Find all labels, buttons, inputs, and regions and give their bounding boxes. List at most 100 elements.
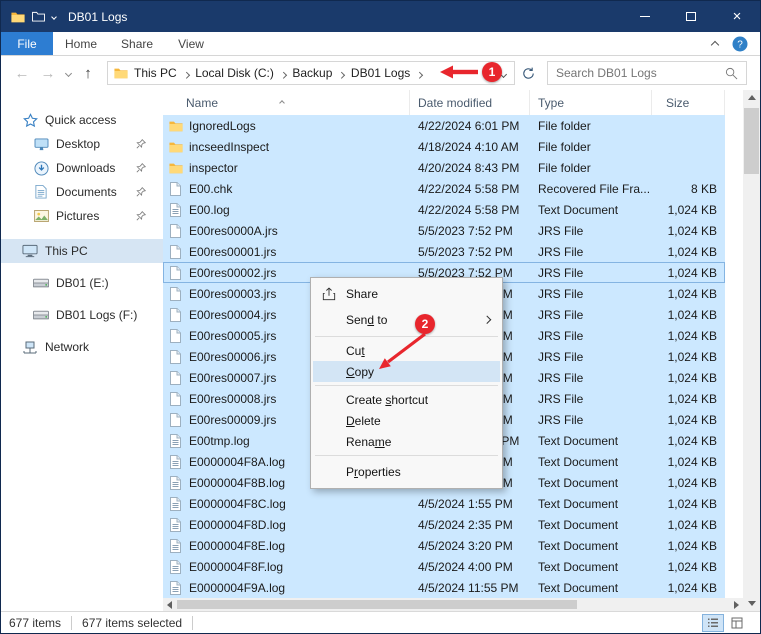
scroll-down-icon[interactable]	[743, 596, 760, 611]
back-button[interactable]: ←	[9, 65, 35, 82]
close-button[interactable]: ×	[714, 1, 760, 32]
sidebar-item-label: DB01 (E:)	[56, 276, 109, 290]
file-date-cell: 5/5/2023 7:52 PM	[410, 245, 530, 259]
details-view-icon	[707, 617, 719, 629]
file-name: E0000004F8F.log	[189, 560, 283, 574]
file-row-e00res0000a-jrs[interactable]: E00res0000A.jrs5/5/2023 7:52 PMJRS File1…	[163, 220, 725, 241]
up-button[interactable]: ↑	[75, 65, 101, 82]
maximize-button[interactable]	[668, 1, 714, 32]
downloads-icon	[32, 161, 50, 176]
pin-icon	[132, 187, 150, 197]
file-name-cell: inspector	[163, 161, 410, 175]
file-type-cell: JRS File	[530, 350, 652, 364]
sidebar-item-db01-e[interactable]: DB01 (E:)	[1, 271, 163, 295]
column-header-size[interactable]: Size	[652, 90, 725, 115]
help-icon[interactable]: ?	[732, 36, 748, 52]
sidebar-item-label: Desktop	[56, 137, 100, 151]
file-name: IgnoredLogs	[189, 119, 256, 133]
file-name-cell: incseedInspect	[163, 140, 410, 154]
file-name-cell: IgnoredLogs	[163, 119, 410, 133]
textdoc-icon	[167, 539, 184, 553]
ribbon-tab-home[interactable]: Home	[53, 32, 109, 55]
minimize-button[interactable]	[622, 1, 668, 32]
file-name-cell: E00.chk	[163, 182, 410, 196]
file-type-cell: JRS File	[530, 245, 652, 259]
file-row-e0000004f8d-log[interactable]: E0000004F8D.log4/5/2024 2:35 PMText Docu…	[163, 514, 725, 535]
sidebar-item-network[interactable]: Network	[1, 335, 163, 359]
file-size-cell: 1,024 KB	[652, 392, 725, 406]
horizontal-scrollbar-thumb[interactable]	[177, 600, 577, 609]
desktop-icon	[32, 138, 50, 151]
details-view-button[interactable]	[702, 614, 724, 632]
drive-icon	[32, 277, 50, 289]
column-header-date-modified[interactable]: Date modified	[410, 90, 530, 115]
caption-buttons: ×	[622, 1, 760, 32]
menu-item-properties[interactable]: Properties	[313, 459, 500, 485]
file-name: E00res00001.jrs	[189, 245, 276, 259]
horizontal-scrollbar[interactable]	[163, 598, 743, 611]
breadcrumb-item-this-pc[interactable]: This PC	[130, 66, 181, 80]
scroll-right-icon[interactable]	[730, 598, 743, 611]
file-row-e00-chk[interactable]: E00.chk4/22/2024 5:58 PMRecovered File F…	[163, 178, 725, 199]
menu-item-delete[interactable]: Delete	[313, 410, 500, 431]
sidebar-item-db01-logs-f[interactable]: DB01 Logs (F:)	[1, 303, 163, 327]
file-size-cell: 1,024 KB	[652, 329, 725, 343]
file-row-e00-log[interactable]: E00.log4/22/2024 5:58 PMText Document1,0…	[163, 199, 725, 220]
ribbon-tab-share[interactable]: Share	[109, 32, 165, 55]
pc-icon	[21, 244, 39, 258]
sidebar-item-pictures[interactable]: Pictures	[1, 204, 163, 228]
menu-item-share[interactable]: Share	[313, 281, 500, 307]
menu-item-rename[interactable]: Rename	[313, 431, 500, 452]
documents-icon	[32, 185, 50, 199]
ribbon-tab-file[interactable]: File	[1, 32, 53, 55]
ribbon-tab-view[interactable]: View	[165, 32, 217, 55]
file-name: E00res00003.jrs	[189, 287, 276, 301]
file-row-ignoredlogs[interactable]: IgnoredLogs4/22/2024 6:01 PMFile folder	[163, 115, 725, 136]
breadcrumb-item-db01-logs[interactable]: DB01 Logs	[347, 66, 414, 80]
menu-item-send-to[interactable]: Send to	[313, 307, 500, 333]
file-row-e00res00001-jrs[interactable]: E00res00001.jrs5/5/2023 7:52 PMJRS File1…	[163, 241, 725, 262]
sidebar-item-documents[interactable]: Documents	[1, 180, 163, 204]
file-row-e0000004f8c-log[interactable]: E0000004F8C.log4/5/2024 1:55 PMText Docu…	[163, 493, 725, 514]
sidebar-item-quick-access[interactable]: Quick access	[1, 108, 163, 132]
breadcrumb-item-backup[interactable]: Backup	[288, 66, 336, 80]
annotation-step-1: 1	[439, 62, 502, 82]
search-box[interactable]: Search DB01 Logs	[547, 61, 747, 85]
file-name-cell: E0000004F8F.log	[163, 560, 410, 574]
file-type-cell: File folder	[530, 119, 652, 133]
file-row-e0000004f8e-log[interactable]: E0000004F8E.log4/5/2024 3:20 PMText Docu…	[163, 535, 725, 556]
column-header-type[interactable]: Type	[530, 90, 652, 115]
file-type-cell: JRS File	[530, 413, 652, 427]
file-date-cell: 4/5/2024 3:20 PM	[410, 539, 530, 553]
breadcrumb-chevron-icon[interactable]	[184, 64, 189, 82]
file-name-cell: E0000004F8C.log	[163, 497, 410, 511]
scroll-left-icon[interactable]	[163, 598, 176, 611]
breadcrumb-item-local-disk-c[interactable]: Local Disk (C:)	[191, 66, 278, 80]
sidebar-item-downloads[interactable]: Downloads	[1, 156, 163, 180]
sidebar-item-desktop[interactable]: Desktop	[1, 132, 163, 156]
vertical-scrollbar-thumb[interactable]	[744, 108, 759, 174]
menu-item-create-shortcut[interactable]: Create shortcut	[313, 389, 500, 410]
ribbon-collapse-icon[interactable]	[712, 35, 718, 53]
file-type-cell: Text Document	[530, 476, 652, 490]
breadcrumb-chevron-icon[interactable]	[417, 64, 422, 82]
scroll-up-icon[interactable]	[743, 90, 760, 105]
breadcrumb-chevron-icon[interactable]	[339, 64, 344, 82]
column-header-name[interactable]: Name	[163, 90, 410, 115]
menu-separator	[315, 385, 498, 386]
qat-folder-icon[interactable]	[32, 11, 45, 22]
forward-button[interactable]: →	[35, 65, 61, 82]
file-row-e0000004f8f-log[interactable]: E0000004F8F.log4/5/2024 4:00 PMText Docu…	[163, 556, 725, 577]
menu-item-label: Delete	[346, 414, 381, 428]
recent-locations-dropdown-icon[interactable]	[61, 71, 75, 76]
qat-chevron-down-icon[interactable]	[51, 14, 57, 20]
thumbnail-view-button[interactable]	[726, 614, 748, 632]
breadcrumb-chevron-icon[interactable]	[281, 64, 286, 82]
refresh-icon	[522, 67, 535, 80]
vertical-scrollbar[interactable]	[743, 90, 760, 611]
sidebar-item-this-pc[interactable]: This PC	[1, 239, 163, 263]
file-row-e0000004f9a-log[interactable]: E0000004F9A.log4/5/2024 11:55 PMText Doc…	[163, 577, 725, 598]
refresh-button[interactable]	[515, 67, 541, 80]
file-row-incseedinspect[interactable]: incseedInspect4/18/2024 4:10 AMFile fold…	[163, 136, 725, 157]
file-row-inspector[interactable]: inspector4/20/2024 8:43 PMFile folder	[163, 157, 725, 178]
